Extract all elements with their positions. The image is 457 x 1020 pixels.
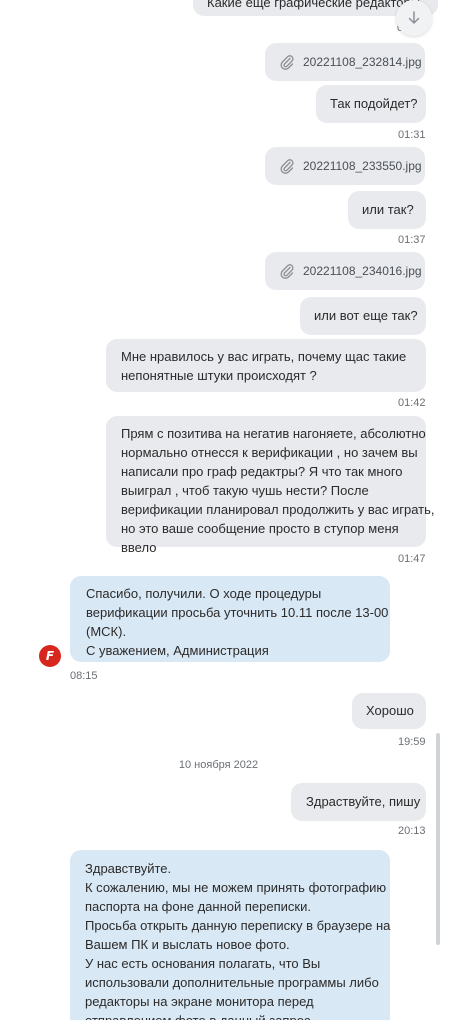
message-text: или так? xyxy=(362,202,414,217)
message-text: К сожалению, мы не можем принять фотогра… xyxy=(85,880,387,895)
message-bubble-outgoing: Хорошо xyxy=(352,693,426,729)
paperclip-icon xyxy=(280,264,294,279)
message-bubble-incoming: Здравствуйте. К сожалению, мы не можем п… xyxy=(70,850,390,1020)
message-bubble-outgoing: Здраствуйте, пишу xyxy=(291,783,426,821)
message-time: 08:15 xyxy=(70,670,98,682)
message-time: 19:59 xyxy=(398,736,426,748)
scrollbar-thumb[interactable] xyxy=(436,733,440,945)
message-text: использовали дополнительные программы ли… xyxy=(85,975,379,990)
message-text: верификации просьба уточнить 10.11 после… xyxy=(86,605,389,620)
message-text: (МСК). xyxy=(86,624,127,639)
message-bubble-outgoing: или вот еще так? xyxy=(300,297,426,335)
chat-history[interactable]: Какие еще графические редакторы 01:3 202… xyxy=(0,0,457,1020)
attachment-filename: 20221108_234016.jpg xyxy=(303,263,422,278)
message-text: Вашем ПК и выслать новое фото. xyxy=(85,937,290,952)
attachment-filename: 20221108_232814.jpg xyxy=(303,54,422,69)
attachment-bubble[interactable]: 20221108_233550.jpg xyxy=(265,147,425,185)
attachment-bubble[interactable]: 20221108_234016.jpg xyxy=(265,252,425,290)
message-text: Здраствуйте, пишу xyxy=(306,794,421,809)
paperclip-icon xyxy=(280,159,294,174)
message-time: 01:47 xyxy=(398,553,426,565)
message-text: или вот еще так? xyxy=(314,308,418,323)
message-text: выиграл , чтоб такую чушь нести? После xyxy=(121,483,369,498)
message-text: Прям с позитива на негатив нагоняете, аб… xyxy=(121,426,426,441)
message-text: отправлением фото в данный запрос. xyxy=(85,1011,376,1020)
message-bubble-outgoing: Мне нравилось у вас играть, почему щас т… xyxy=(106,339,426,392)
message-time: 01:42 xyxy=(398,397,426,409)
message-text: Спасибо, получили. О ходе процедуры xyxy=(86,586,322,601)
message-text: непонятные штуки происходят ? xyxy=(121,368,317,383)
message-text: паспорта на фоне данной переписки. xyxy=(85,899,311,914)
message-text: Так подойдет? xyxy=(330,96,418,111)
arrow-down-icon xyxy=(408,11,420,24)
message-text: написали про граф редактры? Я что так мн… xyxy=(121,464,403,479)
message-text: Здравствуйте. xyxy=(85,861,172,876)
message-text: У нас есть основания полагать, что Вы xyxy=(85,956,321,971)
message-text: С уважением, Администрация xyxy=(86,643,269,658)
message-bubble-incoming: Спасибо, получили. О ходе процедуры вери… xyxy=(70,576,390,662)
message-text: редакторы на экране монитора перед xyxy=(85,994,314,1009)
message-time: 20:13 xyxy=(398,825,426,837)
message-text: Хорошо xyxy=(366,703,414,718)
message-text: нормально отнесся к верификации , но зач… xyxy=(121,445,418,460)
message-bubble-outgoing: Прям с позитива на негатив нагоняете, аб… xyxy=(106,416,435,555)
scroll-to-bottom-button[interactable] xyxy=(396,0,432,36)
paperclip-icon xyxy=(280,55,294,70)
message-text: Просьба открыть данную переписку в брауз… xyxy=(85,918,391,933)
attachment-filename: 20221108_233550.jpg xyxy=(303,158,422,173)
message-text: верификации планировал продолжить у вас … xyxy=(121,502,435,517)
message-text: Какие еще графические редакторы xyxy=(207,0,421,10)
message-text: Мне нравилось у вас играть, почему щас т… xyxy=(121,349,407,364)
admin-avatar: F xyxy=(39,645,61,667)
message-bubble-outgoing: или так? xyxy=(348,191,426,229)
message-bubble-outgoing: Так подойдет? xyxy=(316,85,426,123)
message-time: 01:37 xyxy=(398,234,426,246)
message-text: но это ваше сообщение просто в ступор ме… xyxy=(121,521,399,536)
date-separator: 10 ноября 2022 xyxy=(178,759,259,771)
message-time: 01:31 xyxy=(398,129,426,141)
message-text: ввело xyxy=(121,540,157,555)
attachment-bubble[interactable]: 20221108_232814.jpg xyxy=(265,43,425,81)
